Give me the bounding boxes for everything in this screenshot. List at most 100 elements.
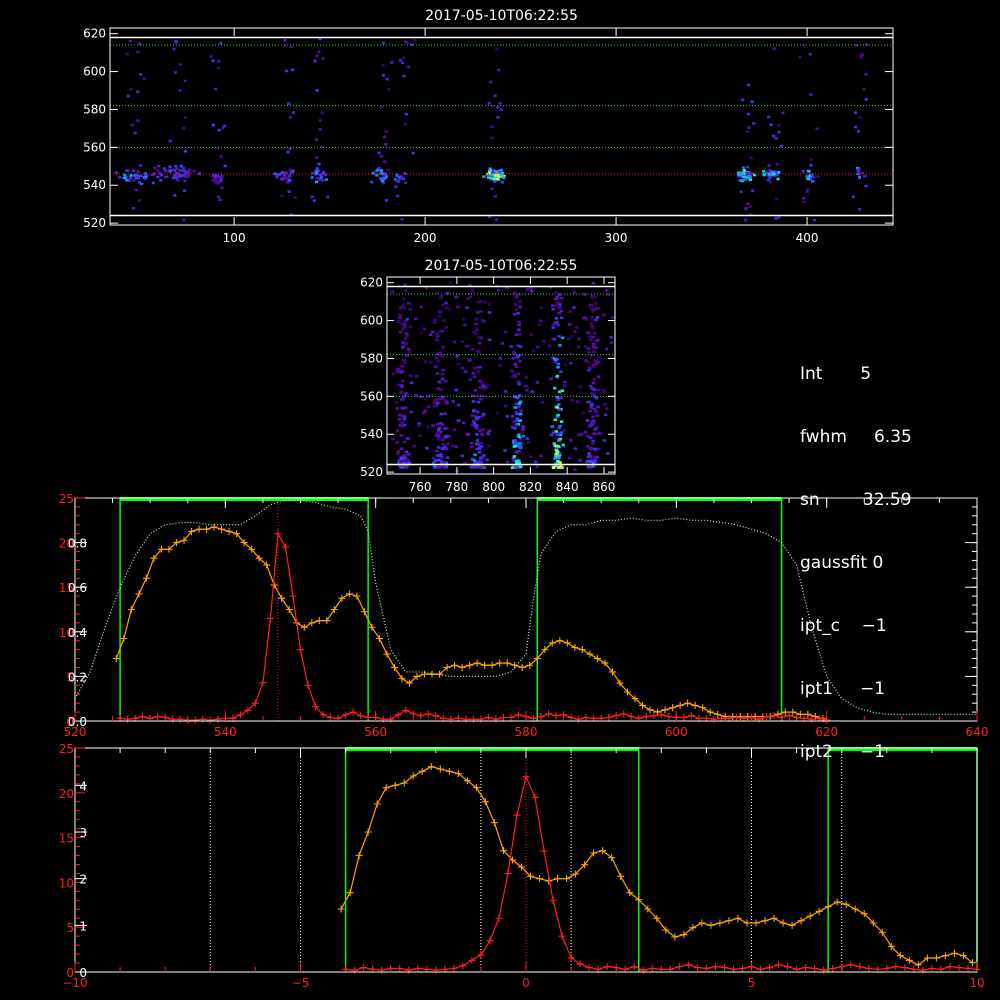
heat-pixel <box>537 323 541 326</box>
heat-pixel <box>536 345 540 349</box>
heat-pixel <box>396 383 400 387</box>
heat-pixel <box>408 308 412 311</box>
heat-pixel <box>591 310 595 313</box>
heat-pixel <box>436 437 441 440</box>
heat-pixel <box>404 181 408 185</box>
heat-pixel <box>440 377 445 381</box>
heat-pixel <box>440 372 444 376</box>
heat-pixel <box>553 457 557 460</box>
heat-pixel <box>767 115 771 119</box>
heat-pixel <box>570 399 575 402</box>
heat-pixel <box>559 396 563 400</box>
heat-pixel <box>404 450 409 454</box>
heat-pixel <box>746 83 750 87</box>
heat-pixel <box>440 397 445 401</box>
heat-pixel <box>385 77 389 81</box>
heat-pixel <box>587 350 591 354</box>
heat-pixel <box>591 281 596 285</box>
heat-pixel <box>380 179 384 182</box>
heat-pixel <box>284 69 289 73</box>
heat-pixel <box>576 345 581 349</box>
heat-pixel <box>398 316 402 320</box>
heat-pixel <box>589 303 594 307</box>
heat-pixel <box>135 175 139 179</box>
heat-pixel <box>595 316 600 319</box>
heat-pixel <box>454 445 458 448</box>
heat-pixel <box>407 452 411 456</box>
heat-pixel <box>609 341 614 345</box>
heat-pixel <box>456 419 461 422</box>
heat-pixel <box>530 390 535 393</box>
heat-pixel <box>438 421 443 425</box>
heat-pixel <box>517 435 521 439</box>
y-tick-label: 580 <box>83 102 106 116</box>
heat-pixel <box>452 340 457 344</box>
heat-pixel <box>183 79 187 83</box>
x-tick-label: 840 <box>556 480 579 494</box>
heat-pixel <box>518 412 523 416</box>
heat-pixel <box>381 41 386 45</box>
heat-pixel <box>390 290 395 293</box>
heat-pixel <box>411 151 415 155</box>
heat-pixel <box>434 434 439 437</box>
heat-pixel <box>285 177 289 181</box>
heat-pixel <box>587 334 592 338</box>
heat-pixel <box>188 168 192 172</box>
heat-pixel <box>805 190 809 194</box>
heat-pixel <box>559 420 564 423</box>
heat-pixel <box>557 306 562 309</box>
heat-pixel <box>517 323 521 327</box>
heat-pixel <box>556 365 560 369</box>
heat-pixel <box>521 434 526 438</box>
heat-pixel <box>860 53 864 56</box>
heat-pixel <box>401 397 405 401</box>
heat-pixel <box>747 126 751 129</box>
heat-pixel <box>456 362 460 366</box>
heat-pixel <box>129 174 133 177</box>
heat-pixel <box>772 47 776 50</box>
heat-pixel <box>553 418 557 422</box>
heat-pixel <box>528 455 533 459</box>
heat-pixel <box>394 185 398 189</box>
heat-pixel <box>559 370 563 373</box>
heat-pixel <box>136 119 140 122</box>
heat-pixel <box>591 381 596 385</box>
red-tick-label: 20 <box>59 787 74 801</box>
heat-pixel <box>562 384 567 387</box>
heat-pixel <box>496 106 500 109</box>
heat-pixel <box>586 455 591 459</box>
heat-pixel <box>802 200 806 204</box>
heat-pixel <box>130 123 134 127</box>
heat-pixel <box>407 302 412 305</box>
heat-pixel <box>746 202 750 206</box>
heat-pixel <box>589 406 593 409</box>
heat-pixel <box>412 444 416 448</box>
heat-pixel <box>400 385 404 388</box>
heat-pixel <box>439 388 443 391</box>
heat-pixel <box>460 340 465 343</box>
heat-pixel <box>594 302 598 305</box>
heat-pixel <box>399 306 403 309</box>
heat-pixel <box>809 158 814 161</box>
heat-pixel <box>521 428 525 431</box>
heat-pixel <box>139 174 143 178</box>
heat-pixel <box>118 176 122 179</box>
heat-pixel <box>129 87 133 91</box>
heat-pixel <box>211 59 215 63</box>
heat-pixel <box>498 364 502 367</box>
heat-pixel <box>383 135 387 139</box>
heat-pixel <box>555 433 560 437</box>
heat-pixel <box>443 379 448 383</box>
y-tick-label: 520 <box>360 465 383 479</box>
info-row-ipt1: ipt1 −1 <box>800 679 886 699</box>
info-row-ipt-c: ipt_c −1 <box>800 616 887 636</box>
heat-pixel <box>496 115 500 119</box>
heat-pixel <box>576 400 580 403</box>
x-tick-label: 820 <box>519 480 542 494</box>
heat-pixel <box>588 424 592 427</box>
heat-pixel <box>514 402 519 406</box>
heat-pixel <box>603 413 608 417</box>
heat-pixel <box>377 167 381 170</box>
heat-pixel <box>460 454 465 458</box>
x-tick-label: 300 <box>605 231 628 245</box>
